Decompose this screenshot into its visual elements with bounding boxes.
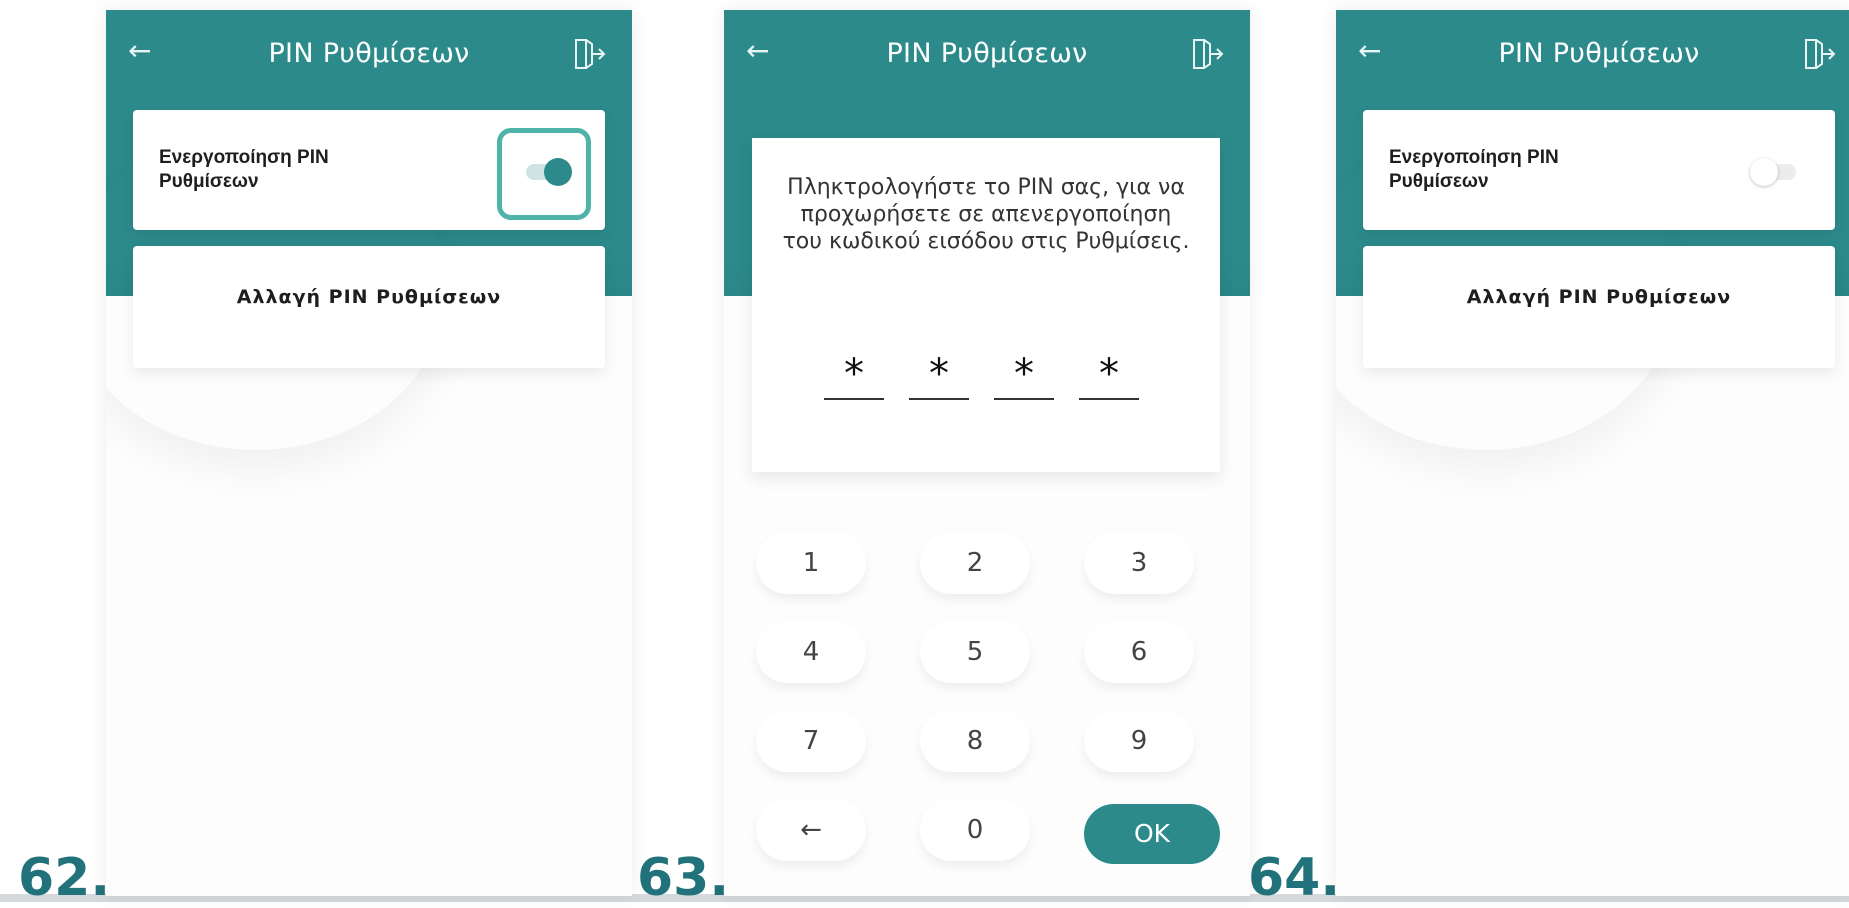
key-0[interactable]: 0 — [920, 799, 1030, 861]
key-backspace[interactable]: ← — [756, 799, 866, 861]
pin-digits[interactable]: * * * * — [824, 350, 1152, 400]
key-1[interactable]: 1 — [756, 532, 866, 594]
pin-toggle-card: Ενεργοποίηση PIN Ρυθμίσεων — [1363, 110, 1835, 230]
pin-toggle-label: Ενεργοποίηση PIN Ρυθμίσεων — [159, 147, 329, 192]
pin-digit-4: * — [1079, 350, 1139, 400]
change-pin-label: Αλλαγή PIN Ρυθμίσεων — [1466, 286, 1732, 308]
app-bar: ← PIN Ρυθμίσεων — [1336, 10, 1849, 96]
pin-digit-2: * — [909, 350, 969, 400]
phone-screen-3: ← PIN Ρυθμίσεων Ενεργοποίηση PIN Ρυθμίσε… — [1336, 10, 1849, 896]
key-5[interactable]: 5 — [920, 621, 1030, 683]
key-ok[interactable]: OK — [1084, 804, 1220, 864]
key-6[interactable]: 6 — [1084, 621, 1194, 683]
page-title: PIN Ρυθμίσεων — [886, 38, 1088, 69]
app-bar: ← PIN Ρυθμίσεων — [106, 10, 632, 96]
pin-toggle-label: Ενεργοποίηση PIN Ρυθμίσεων — [1389, 147, 1559, 192]
pin-entry-dialog: Πληκτρολογήστε το PIN σας, για να προχωρ… — [752, 138, 1220, 472]
key-8[interactable]: 8 — [920, 710, 1030, 772]
page-title: PIN Ρυθμίσεων — [268, 38, 470, 69]
logout-icon[interactable] — [1190, 36, 1224, 72]
page-title: PIN Ρυθμίσεων — [1498, 38, 1700, 69]
pin-digit-3: * — [994, 350, 1054, 400]
app-bar: ← PIN Ρυθμίσεων — [724, 10, 1250, 96]
logout-icon[interactable] — [1802, 36, 1836, 72]
key-4[interactable]: 4 — [756, 621, 866, 683]
key-7[interactable]: 7 — [756, 710, 866, 772]
pin-digit-1: * — [824, 350, 884, 400]
key-3[interactable]: 3 — [1084, 532, 1194, 594]
step-number-64: 64. — [1248, 848, 1341, 908]
change-pin-label: Αλλαγή PIN Ρυθμίσεων — [236, 286, 502, 308]
step-number-63: 63. — [637, 848, 730, 908]
phone-screen-2: ← PIN Ρυθμίσεων Πληκτρολογήστε το PIN σα… — [724, 10, 1250, 896]
logout-icon[interactable] — [572, 36, 606, 72]
key-9[interactable]: 9 — [1084, 710, 1194, 772]
pin-prompt-message: Πληκτρολογήστε το PIN σας, για να προχωρ… — [782, 175, 1190, 254]
change-pin-button[interactable]: Αλλαγή PIN Ρυθμίσεων — [133, 246, 605, 368]
step-number-62: 62. — [18, 848, 111, 908]
toggle-thumb — [1750, 158, 1778, 186]
phone-screen-1: ← PIN Ρυθμίσεων Ενεργοποίηση PIN Ρυθμίσε… — [106, 10, 632, 896]
toggle-highlight-frame — [497, 128, 591, 220]
pin-toggle-switch[interactable] — [1750, 150, 1804, 190]
key-2[interactable]: 2 — [920, 532, 1030, 594]
change-pin-button[interactable]: Αλλαγή PIN Ρυθμίσεων — [1363, 246, 1835, 368]
